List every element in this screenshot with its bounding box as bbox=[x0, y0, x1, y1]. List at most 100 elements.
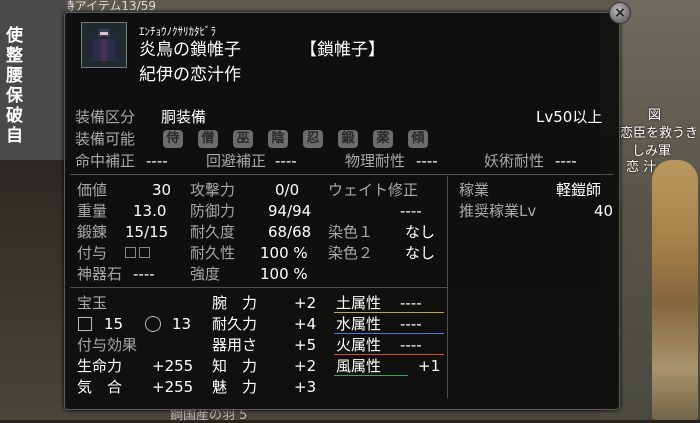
element-label: 土属性 bbox=[336, 294, 382, 312]
menu-item[interactable]: 整 bbox=[6, 46, 36, 66]
effect-label: 器用さ bbox=[212, 336, 258, 354]
stat-value: ---- bbox=[133, 265, 155, 283]
effect-label: 知 力 bbox=[212, 357, 258, 375]
effect-value: +255 bbox=[152, 357, 194, 375]
stat-label: 鍛錬 bbox=[77, 223, 108, 241]
quest-marker-text: 恋臣を救うき bbox=[620, 126, 699, 141]
item-maker: 紀伊の恋汁作 bbox=[139, 65, 241, 85]
effect-label: 気 合 bbox=[77, 378, 123, 396]
effect-value: +2 bbox=[294, 357, 317, 375]
item-name: 炎鳥の鎖帷子 bbox=[139, 40, 241, 60]
square-gem-icon bbox=[78, 317, 92, 331]
circle-gem-icon bbox=[145, 316, 161, 332]
stat-label: 重量 bbox=[77, 202, 108, 220]
wind-element-underline bbox=[334, 375, 408, 376]
scene-label: 図 bbox=[648, 108, 662, 123]
menu-item[interactable]: 腰 bbox=[6, 66, 36, 86]
stat-label: 付与 bbox=[77, 244, 108, 262]
stat-label: 攻撃力 bbox=[190, 181, 236, 199]
dye2-label: 染色２ bbox=[328, 244, 374, 262]
effect-value: +4 bbox=[294, 315, 317, 333]
dye1-value: なし bbox=[405, 223, 436, 241]
class-badge: 傾 bbox=[408, 130, 428, 148]
class-badge: 陰 bbox=[268, 130, 288, 148]
inventory-menu-window: 使 整 腰 保 破 自 bbox=[0, 0, 68, 160]
fire-element-underline bbox=[334, 354, 444, 355]
divider bbox=[70, 174, 614, 175]
menu-item[interactable]: 自 bbox=[6, 126, 36, 146]
stat-label: 神器石 bbox=[77, 265, 123, 283]
effect-value: +3 bbox=[294, 378, 317, 396]
class-badge: 鍛 bbox=[338, 130, 358, 148]
enchant-slot-icon bbox=[139, 247, 150, 258]
effect-value: +5 bbox=[294, 336, 317, 354]
menu-items: 使 整 腰 保 破 自 bbox=[6, 26, 36, 146]
class-badge: 侍 bbox=[163, 130, 183, 148]
npc-character[interactable] bbox=[652, 160, 698, 420]
stat-value: 15/15 bbox=[125, 223, 169, 241]
class-badge: 薬 bbox=[373, 130, 393, 148]
stat-value: 13.0 bbox=[133, 202, 167, 220]
job-value: 軽鎧師 bbox=[556, 181, 602, 199]
effect-label: 耐久力 bbox=[212, 315, 258, 333]
stat-label: 強度 bbox=[190, 265, 221, 283]
item-category: 【鎖帷子】 bbox=[300, 40, 385, 60]
stat-value: 0/0 bbox=[275, 181, 300, 199]
element-value: +1 bbox=[418, 357, 441, 375]
level-requirement: Lv50以上 bbox=[536, 108, 603, 126]
element-label: 火属性 bbox=[336, 336, 382, 354]
class-badge: 僧 bbox=[198, 130, 218, 148]
recommended-job-level-value: 40 bbox=[594, 202, 614, 220]
correction-label: 妖術耐性 bbox=[484, 152, 545, 170]
stat-label: 耐久性 bbox=[190, 244, 236, 262]
earth-element-underline bbox=[334, 312, 444, 313]
weight-fix-value: ---- bbox=[400, 202, 422, 220]
correction-label: 回避補正 bbox=[206, 152, 267, 170]
divider bbox=[70, 287, 447, 288]
element-value: ---- bbox=[400, 294, 422, 312]
armor-icon bbox=[82, 23, 126, 67]
job-label: 稼業 bbox=[459, 181, 490, 199]
classes-label: 装備可能 bbox=[75, 130, 136, 148]
stat-label: 防御力 bbox=[190, 202, 236, 220]
effect-label: 腕 力 bbox=[212, 294, 258, 312]
column-divider bbox=[447, 176, 448, 398]
dye2-value: なし bbox=[405, 244, 436, 262]
correction-value: ---- bbox=[275, 152, 297, 170]
recommended-job-level-label: 推奨稼業Lv bbox=[459, 202, 537, 220]
menu-item[interactable]: 保 bbox=[6, 86, 36, 106]
menu-item[interactable]: 使 bbox=[6, 26, 36, 46]
correction-value: ---- bbox=[555, 152, 577, 170]
player-name-text: 恋 汁 bbox=[626, 160, 657, 175]
stat-value: 100 % bbox=[260, 265, 308, 283]
stat-value: 100 % bbox=[260, 244, 308, 262]
dye1-label: 染色１ bbox=[328, 223, 374, 241]
stat-label: 価値 bbox=[77, 181, 108, 199]
correction-value: ---- bbox=[416, 152, 438, 170]
close-icon[interactable]: × bbox=[609, 2, 631, 24]
item-reading: ｴﾝﾁｮｳﾉｸｻﾘｶﾀﾋﾞﾗ bbox=[139, 25, 216, 38]
element-value: ---- bbox=[400, 315, 422, 333]
square-gem-count: 15 bbox=[104, 315, 124, 333]
element-value: ---- bbox=[400, 336, 422, 354]
stat-value: 30 bbox=[152, 181, 172, 199]
class-badge: 巫 bbox=[233, 130, 253, 148]
correction-value: ---- bbox=[146, 152, 168, 170]
effect-label: 生命力 bbox=[77, 357, 123, 375]
gem-label: 宝玉 bbox=[77, 294, 108, 312]
slot-label: 装備区分 bbox=[75, 108, 136, 126]
element-label: 水属性 bbox=[336, 315, 382, 333]
menu-item[interactable]: 破 bbox=[6, 106, 36, 126]
water-element-underline bbox=[334, 333, 444, 334]
correction-label: 命中補正 bbox=[75, 152, 136, 170]
element-label: 風属性 bbox=[336, 357, 382, 375]
stat-value: 94/94 bbox=[268, 202, 312, 220]
enchant-slot-icon bbox=[125, 247, 136, 258]
weight-fix-label: ウェイト修正 bbox=[328, 181, 419, 199]
stat-value: 68/68 bbox=[268, 223, 312, 241]
correction-label: 物理耐性 bbox=[345, 152, 406, 170]
effect-label: 魅 力 bbox=[212, 378, 258, 396]
effect-value: +2 bbox=[294, 294, 317, 312]
effects-label: 付与効果 bbox=[77, 336, 138, 354]
item-portrait bbox=[81, 22, 127, 68]
